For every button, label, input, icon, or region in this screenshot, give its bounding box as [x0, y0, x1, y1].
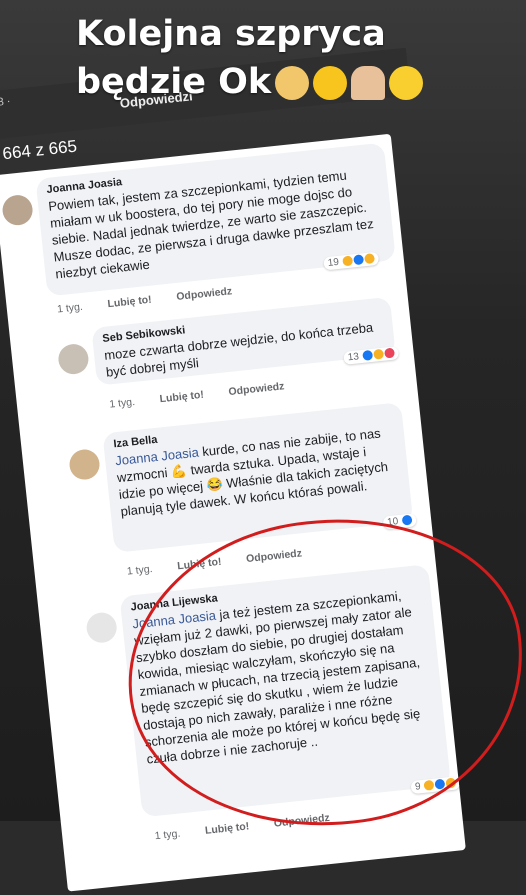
comment-time: 1 tyg. — [108, 395, 136, 411]
like-icon — [362, 350, 374, 362]
reaction-number: 19 — [327, 256, 340, 269]
wow-icon — [364, 253, 375, 265]
like-button[interactable]: Lubię to! — [107, 294, 152, 311]
like-button[interactable]: Lubię to! — [204, 820, 249, 837]
avatar[interactable] — [1, 193, 35, 227]
comment-actions: 1 tyg. Lubię to! Odpowiedz — [108, 378, 307, 411]
shrug-emoji-icon — [351, 66, 386, 100]
reaction-number: 13 — [347, 351, 360, 364]
reply-button[interactable]: Odpowiedz — [176, 285, 233, 303]
status-bar: 13 d 8 · — [0, 95, 12, 111]
haha-icon — [342, 255, 354, 267]
avatar[interactable] — [68, 448, 102, 482]
like-icon — [401, 515, 413, 526]
haha-icon — [373, 349, 385, 361]
comment-bubble: Seb Sebikowski moze czwarta dobrze wejdz… — [91, 296, 396, 386]
comment-time: 1 tyg. — [154, 827, 181, 843]
sweat-smile-emoji-icon — [389, 66, 424, 100]
love-icon — [383, 347, 395, 359]
caption-line-1: Kolejna szpryca — [76, 14, 386, 54]
story-caption: Kolejna szpryca będzie Ok — [76, 10, 516, 106]
avatar[interactable] — [85, 611, 119, 645]
caption-line-2-text: będzie Ok — [76, 62, 272, 102]
reply-button[interactable]: Odpowiedz — [228, 380, 285, 398]
comment-time: 1 tyg. — [56, 300, 84, 316]
story-counter: 664 z 665 — [1, 136, 78, 164]
comment-time: 1 tyg. — [126, 563, 154, 578]
facepalm-emoji-icon — [275, 66, 310, 100]
laughing-emoji-icon — [313, 66, 348, 100]
caption-line-2: będzie Ok — [76, 58, 516, 106]
avatar[interactable] — [56, 342, 90, 376]
comment-bubble: Joanna Joasia Powiem tak, jestem za szcz… — [35, 142, 396, 297]
like-button[interactable]: Lubię to! — [159, 389, 204, 406]
like-icon — [353, 254, 365, 266]
